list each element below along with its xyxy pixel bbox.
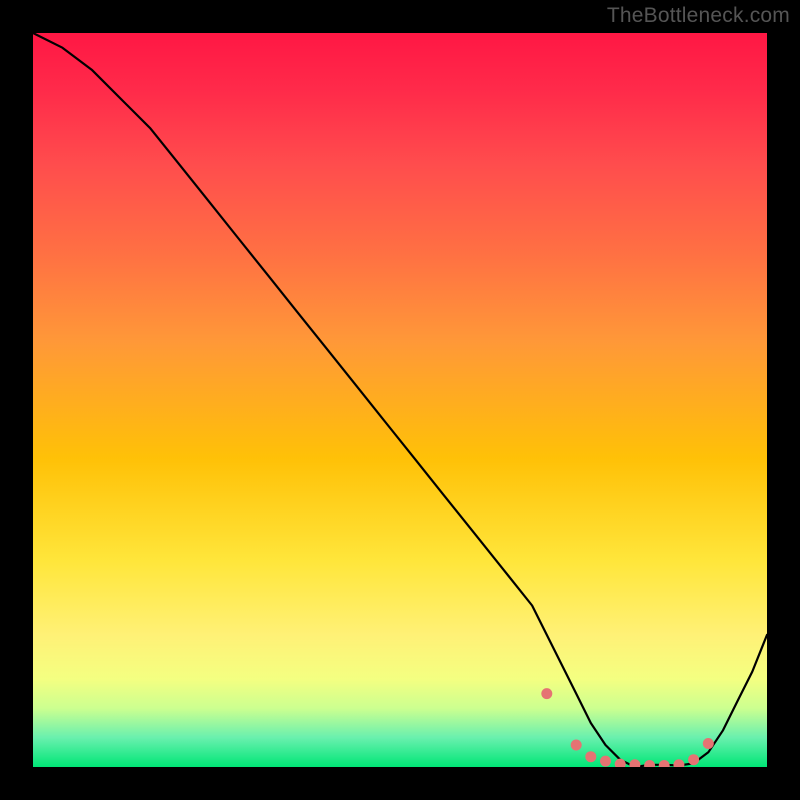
watermark-text: TheBottleneck.com (607, 4, 790, 28)
plot-area (33, 33, 767, 767)
highlight-point (673, 759, 684, 767)
highlight-point (644, 760, 655, 767)
highlight-point (600, 756, 611, 767)
highlight-point (585, 751, 596, 762)
highlight-point (629, 759, 640, 767)
highlight-point (688, 754, 699, 765)
highlight-point (541, 688, 552, 699)
chart-frame: TheBottleneck.com (0, 0, 800, 800)
highlight-point (571, 740, 582, 751)
highlight-point (703, 738, 714, 749)
chart-svg (33, 33, 767, 767)
highlight-point (615, 759, 626, 767)
marker-group (541, 688, 714, 767)
highlight-point (659, 760, 670, 767)
bottleneck-curve-path (33, 33, 767, 767)
